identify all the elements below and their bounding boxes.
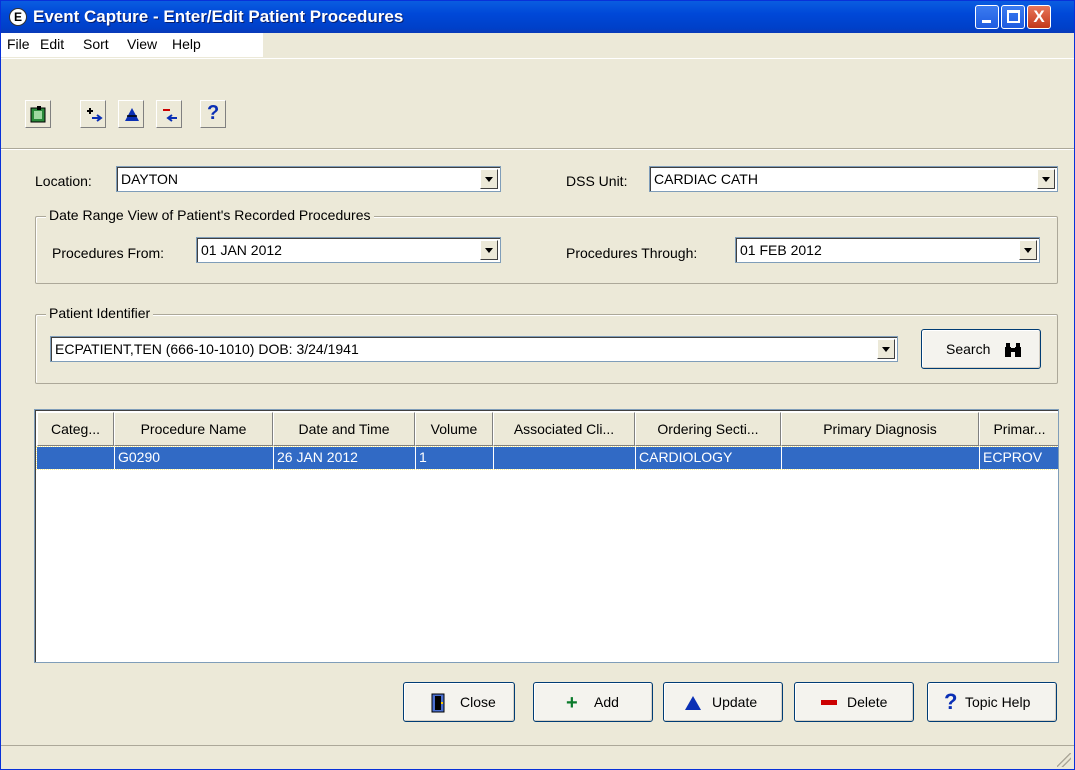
door-exit-icon	[431, 693, 445, 713]
procedures-through-combo[interactable]: 01 FEB 2012	[735, 237, 1040, 263]
chevron-down-icon[interactable]	[877, 339, 895, 359]
chevron-down-icon[interactable]	[480, 169, 498, 189]
cell-ordering-section: CARDIOLOGY	[635, 447, 781, 469]
column-header-primary-diagnosis[interactable]: Primary Diagnosis	[781, 412, 979, 446]
window-title: Event Capture - Enter/Edit Patient Proce…	[33, 7, 404, 26]
help-icon: ?	[944, 689, 958, 714]
search-button-label: Search	[946, 341, 991, 357]
delete-arrow-icon	[163, 109, 177, 122]
help-icon: ?	[207, 102, 220, 124]
menu-bar: File Edit Sort View Help	[1, 33, 263, 57]
up-triangle-icon	[685, 696, 701, 710]
update-button[interactable]: Update	[663, 682, 783, 722]
menu-file[interactable]: File	[7, 36, 30, 52]
menu-sort[interactable]: Sort	[83, 36, 109, 52]
binoculars-icon	[1005, 343, 1021, 357]
date-range-title: Date Range View of Patient's Recorded Pr…	[46, 207, 374, 223]
patient-combo[interactable]: ECPATIENT,TEN (666-10-1010) DOB: 3/24/19…	[50, 336, 898, 362]
topic-help-button-label: Topic Help	[965, 694, 1031, 710]
table-row[interactable]: G0290 26 JAN 2012 1 CARDIOLOGY ECPROV	[36, 446, 1058, 470]
dss-unit-value: CARDIAC CATH	[654, 171, 758, 187]
procedures-grid[interactable]: Categ... Procedure Name Date and Time Vo…	[34, 409, 1059, 663]
add-procedure-tool-button[interactable]	[80, 100, 106, 128]
dss-unit-combo[interactable]: CARDIAC CATH	[649, 166, 1058, 192]
app-icon: E	[9, 8, 27, 26]
resize-grip-icon[interactable]	[1057, 753, 1071, 767]
minimize-button[interactable]	[975, 5, 999, 29]
status-bar	[1, 745, 1074, 770]
menu-view[interactable]: View	[127, 36, 157, 52]
cell-category	[37, 447, 114, 469]
column-header-ordering-section[interactable]: Ordering Secti...	[635, 412, 781, 446]
maximize-icon	[1007, 10, 1020, 23]
toolbar-separator	[1, 148, 1074, 150]
cell-primary-diagnosis	[781, 447, 979, 469]
delete-button-label: Delete	[847, 694, 888, 710]
patient-identifier-title: Patient Identifier	[46, 305, 154, 321]
cell-associated-clinic	[493, 447, 635, 469]
main-window: E Event Capture - Enter/Edit Patient Pro…	[0, 0, 1075, 770]
update-button-label: Update	[712, 694, 758, 710]
procedures-from-value: 01 JAN 2012	[201, 242, 282, 258]
location-combo[interactable]: DAYTON	[116, 166, 501, 192]
cell-volume: 1	[415, 447, 493, 469]
column-header-category[interactable]: Categ...	[37, 412, 114, 446]
dss-unit-label: DSS Unit:	[566, 173, 628, 189]
close-button[interactable]: Close	[403, 682, 515, 722]
add-arrow-icon	[87, 108, 103, 122]
cell-date-time: 26 JAN 2012	[273, 447, 415, 469]
add-button[interactable]: + Add	[533, 682, 653, 722]
title-bar[interactable]: E Event Capture - Enter/Edit Patient Pro…	[1, 1, 1074, 33]
procedures-from-label: Procedures From:	[52, 245, 165, 261]
minimize-icon	[982, 20, 991, 23]
column-header-procedure-name[interactable]: Procedure Name	[114, 412, 273, 446]
cell-procedure-name: G0290	[114, 447, 273, 469]
chevron-down-icon[interactable]	[1019, 240, 1037, 260]
delete-button[interactable]: Delete	[794, 682, 914, 722]
column-header-date-time[interactable]: Date and Time	[273, 412, 415, 446]
menu-edit[interactable]: Edit	[40, 36, 64, 52]
close-button-label: Close	[460, 694, 496, 710]
location-label: Location:	[35, 173, 92, 189]
column-header-associated-clinic[interactable]: Associated Cli...	[493, 412, 635, 446]
exit-icon	[30, 106, 46, 123]
procedures-from-combo[interactable]: 01 JAN 2012	[196, 237, 501, 263]
help-tool-button[interactable]: ?	[200, 100, 226, 128]
close-icon: X	[1033, 7, 1045, 26]
search-button[interactable]: Search	[921, 329, 1041, 369]
exit-tool-button[interactable]	[25, 100, 51, 128]
chevron-down-icon[interactable]	[480, 240, 498, 260]
column-header-primary-provider[interactable]: Primar...	[979, 412, 1058, 446]
menu-separator	[1, 58, 1074, 59]
delete-tool-button[interactable]	[156, 100, 182, 128]
menu-help[interactable]: Help	[172, 36, 201, 52]
location-value: DAYTON	[121, 171, 179, 187]
patient-value: ECPATIENT,TEN (666-10-1010) DOB: 3/24/19…	[55, 341, 359, 357]
column-header-volume[interactable]: Volume	[415, 412, 493, 446]
cell-primary-provider: ECPROV	[979, 447, 1058, 469]
close-window-button[interactable]: X	[1027, 5, 1051, 29]
topic-help-button[interactable]: ? Topic Help	[927, 682, 1057, 722]
plus-icon: +	[566, 692, 578, 714]
procedures-through-value: 01 FEB 2012	[740, 242, 822, 258]
minus-icon	[821, 700, 837, 705]
chevron-down-icon[interactable]	[1037, 169, 1055, 189]
update-triangle-icon	[125, 108, 139, 121]
maximize-button[interactable]	[1001, 5, 1025, 29]
add-button-label: Add	[594, 694, 619, 710]
procedures-through-label: Procedures Through:	[566, 245, 698, 261]
update-tool-button[interactable]	[118, 100, 144, 128]
